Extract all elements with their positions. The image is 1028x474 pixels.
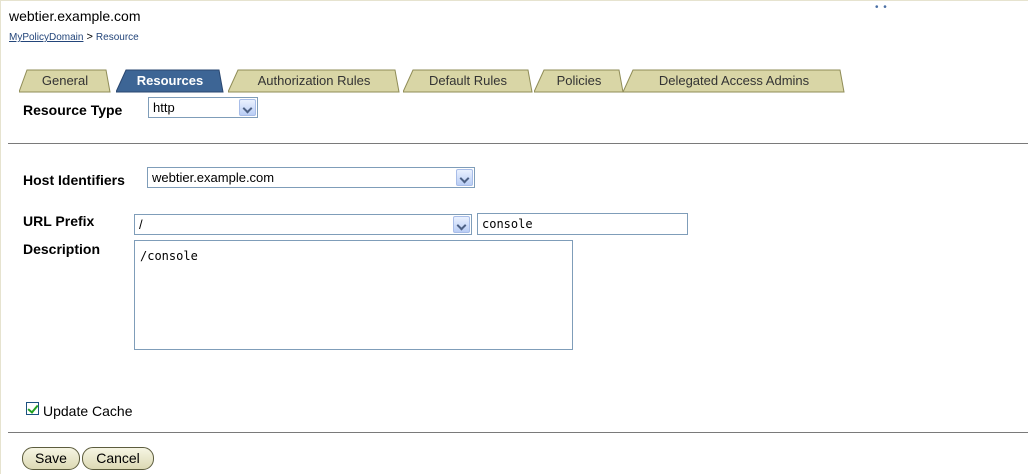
breadcrumb: MyPolicyDomain > Resource [9, 31, 139, 43]
chevron-down-icon [239, 99, 256, 116]
resource-type-label: Resource Type [23, 102, 123, 118]
url-prefix-label: URL Prefix [23, 213, 95, 229]
top-border [0, 0, 1028, 1]
tab-delegated-access-admins-label: Delegated Access Admins [658, 73, 810, 88]
host-identifiers-select[interactable]: webtier.example.com [147, 167, 475, 188]
tab-default-rules-label: Default Rules [428, 73, 508, 88]
cancel-button[interactable]: Cancel [82, 447, 154, 470]
tab-authorization-rules[interactable]: Authorization Rules [228, 69, 400, 93]
description-label: Description [23, 241, 101, 257]
save-button[interactable]: Save [22, 447, 80, 470]
url-prefix-select[interactable]: / [134, 214, 472, 235]
host-identifiers-value: webtier.example.com [152, 170, 275, 185]
update-cache-label: Update Cache [43, 403, 133, 419]
update-cache-checkbox[interactable] [26, 402, 39, 415]
tab-default-rules[interactable]: Default Rules [403, 69, 533, 93]
tab-general[interactable]: General [19, 69, 111, 93]
breadcrumb-separator: > [86, 31, 93, 43]
breadcrumb-link-policy-domain[interactable]: MyPolicyDomain [9, 32, 83, 43]
tab-policies-label: Policies [556, 73, 602, 88]
divider [8, 143, 1028, 144]
tab-resources-label: Resources [136, 73, 204, 88]
tab-general-label: General [41, 73, 89, 88]
tab-policies[interactable]: Policies [534, 69, 624, 93]
resource-type-value: http [153, 100, 175, 115]
tab-authorization-rules-label: Authorization Rules [257, 73, 371, 88]
url-prefix-select-value: / [139, 217, 143, 232]
description-textarea[interactable]: /console [134, 240, 573, 350]
url-prefix-input[interactable]: console [477, 213, 688, 235]
tab-delegated-access-admins[interactable]: Delegated Access Admins [623, 69, 845, 93]
corner-mark: • • [875, 2, 888, 13]
host-identifiers-label: Host Identifiers [23, 172, 125, 188]
page-title: webtier.example.com [9, 8, 141, 24]
breadcrumb-current: Resource [95, 32, 139, 43]
resource-type-select[interactable]: http [148, 97, 258, 118]
tab-resources[interactable]: Resources [116, 69, 224, 93]
divider [8, 432, 1028, 433]
chevron-down-icon [453, 216, 470, 233]
left-border [0, 0, 1, 474]
chevron-down-icon [456, 169, 473, 186]
